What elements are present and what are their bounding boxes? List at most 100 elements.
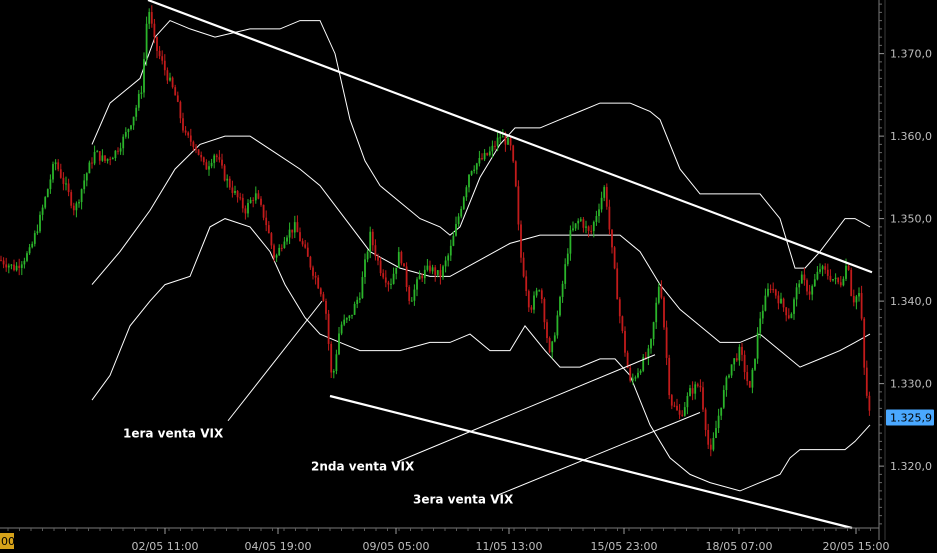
candle-down	[806, 280, 808, 292]
candle-down	[104, 155, 106, 161]
candle-up	[416, 279, 418, 290]
candle-down	[150, 12, 153, 24]
candle-down	[306, 247, 309, 257]
candle-up	[208, 166, 210, 170]
candle-down	[2, 260, 5, 265]
candle-up	[106, 158, 109, 161]
candle-up	[639, 370, 642, 373]
candle-up	[413, 289, 416, 301]
candle-down	[803, 274, 806, 281]
candle-down	[322, 294, 325, 301]
candle-down	[18, 265, 21, 268]
candle-down	[850, 269, 853, 296]
candle-up	[169, 77, 171, 81]
candle-down	[613, 247, 616, 269]
candle-up	[728, 375, 730, 378]
candle-up	[767, 288, 769, 296]
x-tick-label: 11/05 13:00	[476, 540, 543, 553]
candle-down	[192, 141, 195, 148]
candle-down	[837, 277, 840, 283]
left-edge-marker: 00	[0, 533, 15, 549]
candle-down	[228, 178, 231, 188]
candle-up	[283, 241, 286, 248]
candle-up	[657, 286, 660, 303]
candle-down	[540, 290, 543, 299]
candle-up	[124, 131, 127, 137]
candle-up	[23, 260, 26, 265]
candle-down	[379, 260, 382, 274]
candle-up	[452, 235, 455, 246]
candle-down	[865, 367, 868, 396]
candle-down	[772, 289, 775, 291]
candle-up	[249, 200, 252, 204]
candle-up	[780, 298, 782, 304]
candle-down	[117, 150, 119, 152]
candle-up	[278, 247, 281, 256]
candle-down	[746, 372, 749, 382]
candle-down	[387, 282, 390, 285]
candle-up	[720, 407, 723, 416]
candle-down	[839, 282, 842, 286]
candle-down	[616, 268, 619, 300]
candle-down	[481, 158, 483, 160]
candle-up	[145, 23, 148, 60]
candle-down	[676, 405, 678, 411]
x-tick-label: 15/05 23:00	[591, 540, 658, 553]
candle-up	[694, 384, 697, 394]
candle-up	[655, 302, 658, 323]
candle-down	[618, 299, 621, 317]
candle-down	[522, 257, 525, 277]
candle-down	[262, 204, 265, 218]
candle-down	[330, 343, 333, 373]
candle-up	[634, 377, 637, 379]
candle-down	[829, 275, 832, 281]
candle-down	[403, 263, 405, 267]
candle-down	[590, 230, 593, 232]
candle-up	[566, 253, 569, 265]
candle-up	[364, 259, 366, 278]
candle-down	[252, 200, 255, 202]
candle-up	[496, 137, 499, 146]
candle-up	[842, 278, 845, 286]
candle-up	[397, 251, 400, 268]
candle-up	[431, 267, 434, 272]
candle-down	[70, 192, 73, 206]
candle-up	[473, 169, 476, 172]
candle-up	[813, 279, 816, 287]
candle-up	[340, 324, 343, 334]
candle-up	[338, 333, 340, 355]
candle-up	[800, 274, 803, 284]
candle-down	[504, 136, 507, 145]
candle-down	[59, 169, 62, 178]
candle-up	[603, 187, 606, 198]
last-price-marker: 1.325,9	[886, 409, 934, 426]
candle-down	[847, 265, 850, 270]
candle-up	[348, 315, 351, 319]
candle-up	[83, 180, 86, 190]
y-tick-label: 1.340,0	[890, 295, 932, 308]
candle-up	[564, 264, 567, 284]
candle-up	[455, 224, 457, 236]
candle-up	[111, 158, 114, 160]
x-tick-label: 02/05 11:00	[132, 540, 199, 553]
candle-up	[351, 314, 353, 316]
candle-down	[514, 161, 517, 187]
candle-up	[33, 233, 36, 244]
candle-up	[345, 318, 348, 320]
candle-down	[509, 137, 512, 146]
candle-up	[15, 265, 18, 271]
candle-down	[5, 264, 8, 268]
candle-up	[470, 171, 473, 175]
candle-down	[223, 165, 226, 181]
candle-up	[226, 178, 229, 181]
candle-up	[148, 12, 151, 24]
candle-up	[468, 174, 470, 188]
candle-down	[299, 232, 301, 242]
candle-up	[93, 152, 96, 164]
candle-up	[491, 145, 494, 152]
candle-up	[361, 277, 364, 299]
candle-up	[410, 300, 413, 302]
candle-down	[270, 233, 273, 246]
candle-up	[483, 153, 486, 160]
candle-down	[374, 245, 377, 257]
